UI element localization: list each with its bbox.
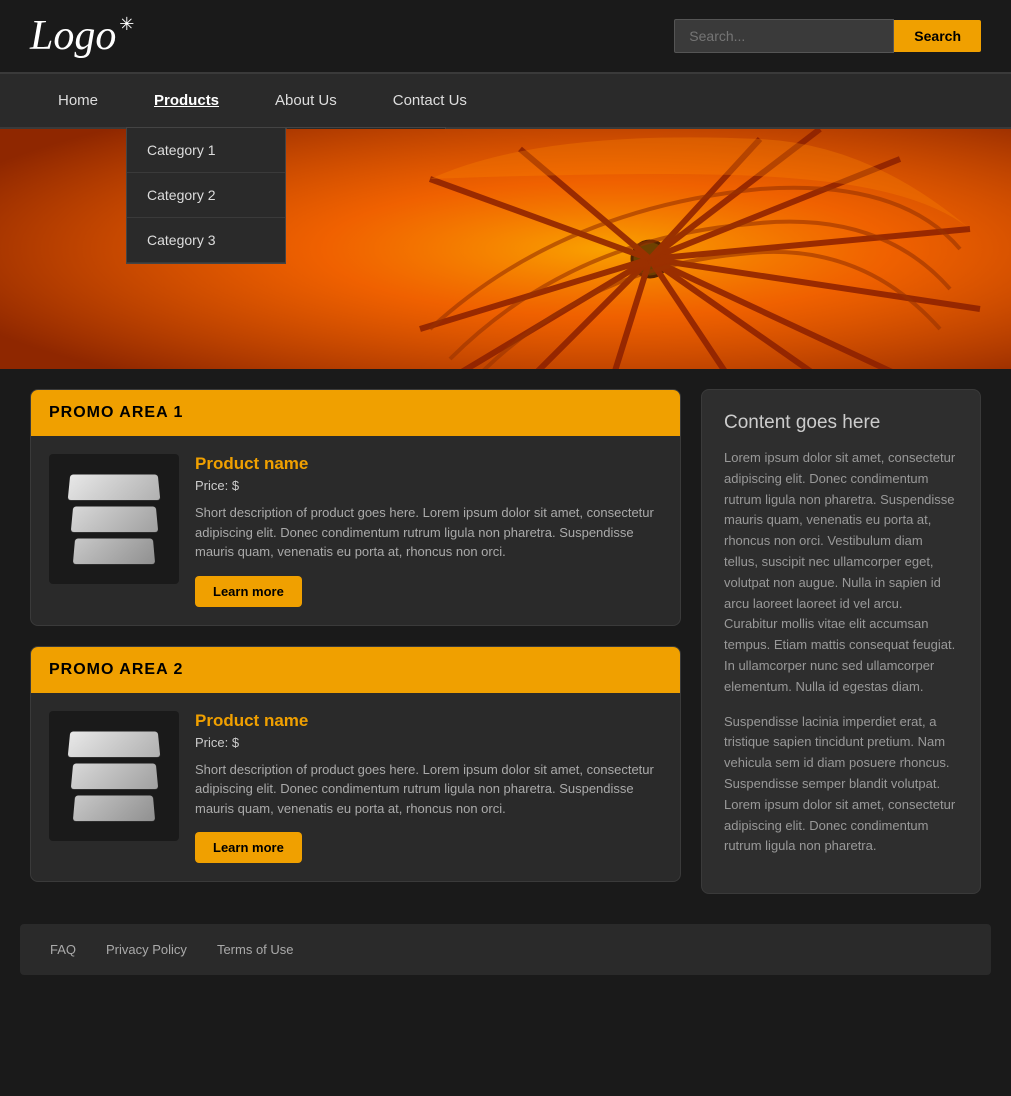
navbar: Home Products Category 1 Category 2 Cate… <box>0 72 1011 129</box>
promo-area-2: PROMO AREA 2 Product name Price: $ Short… <box>30 646 681 883</box>
footer-links: FAQ Privacy Policy Terms of Use <box>50 942 961 957</box>
promo-2-product-name: Product name <box>195 711 662 731</box>
promo-1-header: PROMO AREA 1 <box>31 390 680 436</box>
promo-2-body: Product name Price: $ Short description … <box>31 693 680 882</box>
footer-terms-link[interactable]: Terms of Use <box>217 942 294 957</box>
promo-1-body: Product name Price: $ Short description … <box>31 436 680 625</box>
promo-2-price: Price: $ <box>195 735 662 750</box>
nav-item-home[interactable]: Home <box>30 74 126 127</box>
nav-link-contact[interactable]: Contact Us <box>365 74 495 127</box>
stack-layer-6 <box>73 795 155 821</box>
promo-2-description: Short description of product goes here. … <box>195 760 662 819</box>
promo-1-learn-more-button[interactable]: Learn more <box>195 576 302 607</box>
nav-list: Home Products Category 1 Category 2 Cate… <box>0 74 1011 127</box>
products-dropdown: Category 1 Category 2 Category 3 <box>126 127 286 264</box>
category-1-link[interactable]: Category 1 <box>127 128 285 173</box>
search-bar: Search <box>674 19 981 53</box>
promo-1-title: PROMO AREA 1 <box>49 404 183 421</box>
content-box: Content goes here Lorem ipsum dolor sit … <box>701 389 981 894</box>
category-2-link[interactable]: Category 2 <box>127 173 285 218</box>
category-3-link[interactable]: Category 3 <box>127 218 285 263</box>
search-input[interactable] <box>674 19 894 53</box>
content-paragraph-2: Suspendisse lacinia imperdiet erat, a tr… <box>724 712 958 858</box>
promo-2-header: PROMO AREA 2 <box>31 647 680 693</box>
content-box-title: Content goes here <box>724 412 958 434</box>
footer-faq-link[interactable]: FAQ <box>50 942 76 957</box>
product-2-stack-icon <box>69 731 159 821</box>
promo-2-product-info: Product name Price: $ Short description … <box>195 711 662 864</box>
footer-privacy-link[interactable]: Privacy Policy <box>106 942 187 957</box>
footer: FAQ Privacy Policy Terms of Use <box>20 924 991 975</box>
product-1-stack-icon <box>69 474 159 564</box>
header: Logo Search <box>0 0 1011 72</box>
main-content: PROMO AREA 1 Product name Price: $ Short… <box>0 369 1011 914</box>
stack-layer-4 <box>68 731 161 757</box>
logo: Logo <box>30 15 116 57</box>
promo-area-1: PROMO AREA 1 Product name Price: $ Short… <box>30 389 681 626</box>
promo-1-price: Price: $ <box>195 478 662 493</box>
stack-layer-3 <box>73 539 155 565</box>
nav-item-about[interactable]: About Us <box>247 74 365 127</box>
nav-item-products[interactable]: Products Category 1 Category 2 Category … <box>126 74 247 127</box>
nav-item-contact[interactable]: Contact Us <box>365 74 495 127</box>
promo-2-title: PROMO AREA 2 <box>49 661 183 678</box>
search-button[interactable]: Search <box>894 20 981 52</box>
promo-2-learn-more-button[interactable]: Learn more <box>195 832 302 863</box>
promo-2-image <box>49 711 179 841</box>
nav-link-products[interactable]: Products <box>126 74 247 127</box>
promo-1-image <box>49 454 179 584</box>
stack-layer-5 <box>70 763 157 789</box>
stack-layer-2 <box>70 507 157 533</box>
nav-link-about[interactable]: About Us <box>247 74 365 127</box>
promo-1-product-info: Product name Price: $ Short description … <box>195 454 662 607</box>
content-paragraph-1: Lorem ipsum dolor sit amet, consectetur … <box>724 448 958 698</box>
nav-link-home[interactable]: Home <box>30 74 126 127</box>
left-column: PROMO AREA 1 Product name Price: $ Short… <box>30 389 681 894</box>
promo-1-product-name: Product name <box>195 454 662 474</box>
right-column: Content goes here Lorem ipsum dolor sit … <box>701 389 981 894</box>
promo-1-description: Short description of product goes here. … <box>195 503 662 562</box>
stack-layer-1 <box>68 475 161 501</box>
